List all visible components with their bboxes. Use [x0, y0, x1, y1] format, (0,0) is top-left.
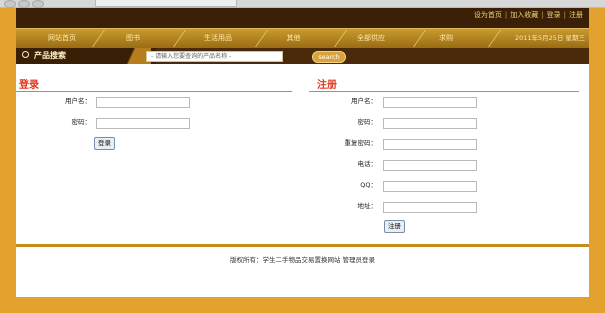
- add-favorite-link[interactable]: 加入收藏: [510, 11, 538, 19]
- refresh-button[interactable]: [32, 0, 44, 8]
- set-homepage-link[interactable]: 设为首页: [474, 11, 502, 19]
- register-qq-input[interactable]: [383, 181, 477, 192]
- login-username-input[interactable]: [96, 97, 190, 108]
- nav-home[interactable]: 网站首页: [26, 29, 98, 48]
- nav-all-supply[interactable]: 全部供应: [344, 29, 398, 48]
- search-divider: [111, 48, 151, 64]
- login-username-label: 用户名：: [65, 97, 91, 105]
- register-password-label: 密码：: [357, 118, 378, 126]
- current-date: 2011年5月25日 星期三: [514, 34, 585, 42]
- register-title: 注册: [317, 80, 337, 91]
- login-password-input[interactable]: [96, 118, 190, 129]
- browser-toolbar: [0, 0, 605, 8]
- register-confirm-password-label: 重复密码：: [344, 139, 378, 147]
- site-header: 设为首页 | 加入收藏 | 登录 | 注册 网站首页 图书 生活用品 其他 全部供应 求购 …: [16, 8, 589, 64]
- register-title-underline: [309, 91, 579, 92]
- login-password-label: 密码：: [71, 118, 92, 126]
- register-username-label: 用户名：: [351, 97, 377, 105]
- nav-divider: [488, 30, 501, 47]
- main-nav: 网站首页 图书 生活用品 其他 全部供应 求购 2011年5月25日 星期三: [16, 28, 589, 49]
- register-password-input[interactable]: [383, 118, 477, 129]
- register-link[interactable]: 注册: [569, 11, 583, 19]
- search-bar: 产品搜索 - 请输入您要查询的产品名称 - search: [16, 48, 589, 64]
- search-input[interactable]: - 请输入您要查询的产品名称 -: [146, 51, 283, 62]
- register-qq-label: QQ：: [360, 181, 377, 189]
- register-phone-label: 电话：: [357, 160, 378, 168]
- nav-other[interactable]: 其他: [266, 29, 321, 48]
- login-title: 登录: [19, 80, 39, 91]
- register-username-input[interactable]: [383, 97, 477, 108]
- top-links: 设为首页 | 加入收藏 | 登录 | 注册: [473, 11, 583, 19]
- nav-daily-goods[interactable]: 生活用品: [182, 29, 254, 48]
- login-title-underline: [16, 91, 292, 92]
- register-address-label: 地址：: [357, 202, 378, 210]
- register-address-input[interactable]: [383, 202, 477, 213]
- search-button[interactable]: search: [312, 51, 346, 63]
- search-title: 产品搜索: [22, 48, 66, 64]
- register-phone-input[interactable]: [383, 160, 477, 171]
- main-content: 登录 用户名： 密码： 登录 注册 用户名： 密码： 重复密码： 电话： QQ：…: [16, 64, 589, 244]
- nav-books[interactable]: 图书: [102, 29, 164, 48]
- forward-button[interactable]: [18, 0, 30, 8]
- footer-text: 版权所有：学生二手物品交易置换网站 管理员登录: [229, 256, 376, 264]
- bullet-icon: [22, 51, 29, 58]
- login-button[interactable]: 登录: [94, 137, 115, 150]
- register-button[interactable]: 注册: [384, 220, 405, 233]
- login-link[interactable]: 登录: [547, 11, 561, 19]
- register-confirm-password-input[interactable]: [383, 139, 477, 150]
- search-title-text: 产品搜索: [34, 51, 66, 60]
- back-button[interactable]: [4, 0, 16, 8]
- nav-want-to-buy[interactable]: 求购: [421, 29, 471, 48]
- address-bar[interactable]: [95, 0, 237, 7]
- footer: 版权所有：学生二手物品交易置换网站 管理员登录: [16, 247, 589, 297]
